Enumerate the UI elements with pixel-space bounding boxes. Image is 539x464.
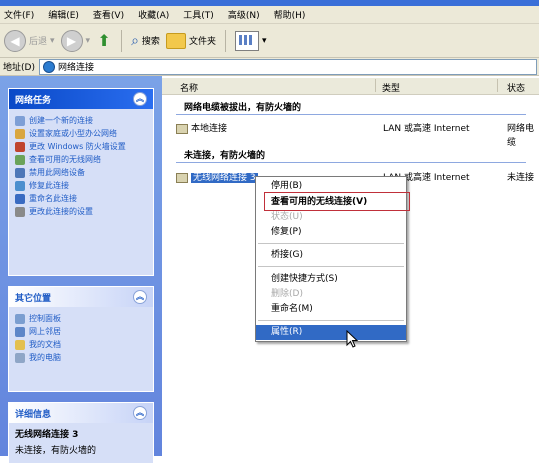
place-my-documents[interactable]: 我的文档 [15, 340, 147, 350]
forward-dropdown-icon[interactable]: ▾ [86, 36, 91, 46]
details-header[interactable]: 详细信息 ︽ [9, 403, 153, 423]
menu-separator [258, 320, 404, 321]
group-title-disconnected: 未连接，有防火墙的 [184, 151, 266, 161]
up-folder-icon[interactable]: ⬆ [96, 31, 112, 50]
task-home-network[interactable]: 设置家庭或小型办公网络 [15, 129, 147, 139]
other-places-panel: 其它位置 ︽ 控制面板 网上邻居 我的文档 我的电脑 [8, 286, 154, 392]
address-label: 地址(D) [3, 63, 35, 73]
back-arrow-icon: ◀ [4, 29, 26, 52]
forward-button[interactable]: ▶ ▾ [60, 29, 91, 52]
menu-favorites[interactable]: 收藏(A) [138, 8, 169, 21]
network-neighborhood-icon [15, 327, 25, 337]
column-headers: 名称 类型 状态 [162, 78, 539, 95]
task-view-wireless[interactable]: 查看可用的无线网络 [15, 155, 147, 165]
menu-separator [258, 243, 404, 244]
wireless-icon [15, 155, 25, 165]
views-dropdown-icon: ▾ [261, 35, 267, 46]
task-create-connection[interactable]: 创建一个新的连接 [15, 116, 147, 126]
menu-view[interactable]: 查看(V) [93, 8, 124, 21]
home-network-icon [15, 129, 25, 139]
menu-item-delete: 删除(D) [271, 289, 303, 299]
menu-item-repair[interactable]: 修复(P) [256, 225, 406, 240]
folder-icon [165, 32, 186, 49]
place-network-neighborhood[interactable]: 网上邻居 [15, 327, 147, 337]
other-places-header[interactable]: 其它位置 ︽ [9, 287, 153, 307]
menu-item-create-shortcut[interactable]: 创建快捷方式(S) [256, 272, 406, 287]
address-value: 网络连接 [57, 63, 94, 73]
search-icon: ⌕ [131, 32, 139, 49]
collapse-chevron-icon[interactable]: ︽ [133, 92, 147, 106]
back-dropdown-icon[interactable]: ▾ [50, 36, 55, 46]
toolbar-divider [121, 29, 123, 52]
menu-file[interactable]: 文件(F) [4, 8, 34, 21]
annotation-highlight-box [264, 192, 410, 211]
menu-item-bridge[interactable]: 桥接(G) [256, 248, 406, 263]
task-change-settings[interactable]: 更改此连接的设置 [15, 207, 147, 217]
task-rename-connection[interactable]: 重命名此连接 [15, 194, 147, 204]
network-connections-icon [42, 60, 55, 73]
collapse-chevron-icon[interactable]: ︽ [133, 406, 147, 420]
menu-item-rename[interactable]: 重命名(M) [256, 302, 406, 317]
disable-device-icon [15, 168, 25, 178]
details-status: 未连接，有防火墙的 [15, 446, 97, 456]
task-firewall-settings[interactable]: 更改 Windows 防火墙设置 [15, 142, 147, 152]
firewall-icon [15, 142, 25, 152]
menu-tools[interactable]: 工具(T) [183, 8, 214, 21]
address-field[interactable]: 网络连接 [38, 58, 537, 75]
mouse-cursor-icon [346, 330, 359, 348]
column-divider [375, 79, 376, 92]
column-divider [497, 79, 498, 92]
back-button[interactable]: ◀ 后退 ▾ [4, 29, 55, 52]
column-name[interactable]: 名称 [180, 81, 198, 94]
views-icon [234, 30, 259, 51]
collapse-chevron-icon[interactable]: ︽ [133, 290, 147, 304]
column-status[interactable]: 状态 [507, 81, 525, 94]
task-repair-connection[interactable]: 修复此连接 [15, 181, 147, 191]
menu-help[interactable]: 帮助(H) [274, 8, 306, 21]
lan-connection-icon [176, 123, 188, 134]
menu-item-properties[interactable]: 属性(R) [256, 325, 406, 340]
search-button[interactable]: ⌕ 搜索 [131, 33, 160, 49]
details-name: 无线网络连接 3 [15, 430, 79, 440]
row-name: 本地连接 [191, 124, 228, 134]
group-title-unplugged: 网络电缆被拔出，有防火墙的 [184, 103, 302, 113]
control-panel-icon [15, 314, 25, 324]
row-type: LAN 或高速 Internet [383, 124, 470, 134]
task-pane: 网络任务 ︽ 创建一个新的连接 设置家庭或小型办公网络 更改 Windows 防… [0, 76, 162, 464]
repair-icon [15, 181, 25, 191]
task-disable-device[interactable]: 禁用此网络设备 [15, 168, 147, 178]
row-status: 网络电缆 [507, 124, 535, 148]
details-panel: 详细信息 ︽ 无线网络连接 3 未连接，有防火墙的 [8, 402, 154, 464]
place-my-computer[interactable]: 我的电脑 [15, 353, 147, 363]
folders-button[interactable]: 文件夹 [165, 32, 216, 49]
menu-separator [258, 266, 404, 267]
group-divider [176, 114, 526, 115]
group-divider [176, 162, 526, 163]
toolbar-divider [224, 29, 226, 52]
column-type[interactable]: 类型 [382, 81, 400, 94]
row-status: 未连接 [507, 173, 535, 183]
toolbar: ◀ 后退 ▾ ▶ ▾ ⬆ ⌕ 搜索 文件夹 ▾ [0, 24, 539, 58]
row-name-selected: 无线网络连接 3 [191, 173, 258, 183]
table-row[interactable]: 本地连接 [176, 122, 536, 136]
table-row[interactable]: 无线网络连接 3 [176, 171, 258, 185]
network-tasks-header[interactable]: 网络任务 ︽ [9, 89, 153, 109]
network-tasks-panel: 网络任务 ︽ 创建一个新的连接 设置家庭或小型办公网络 更改 Windows 防… [8, 88, 154, 276]
menu-bar: 文件(F) 编辑(E) 查看(V) 收藏(A) 工具(T) 高级(N) 帮助(H… [0, 6, 539, 24]
my-documents-icon [15, 340, 25, 350]
new-connection-icon [15, 116, 25, 126]
address-bar: 地址(D) 网络连接 [0, 58, 539, 76]
my-computer-icon [15, 353, 25, 363]
forward-arrow-icon: ▶ [60, 29, 83, 52]
place-control-panel[interactable]: 控制面板 [15, 314, 147, 324]
wireless-connection-icon [176, 172, 188, 183]
menu-item-status: 状态(U) [271, 212, 303, 222]
rename-icon [15, 194, 25, 204]
menu-edit[interactable]: 编辑(E) [48, 8, 79, 21]
menu-advanced[interactable]: 高级(N) [228, 8, 260, 21]
views-button[interactable]: ▾ [234, 30, 267, 51]
settings-icon [15, 207, 25, 217]
